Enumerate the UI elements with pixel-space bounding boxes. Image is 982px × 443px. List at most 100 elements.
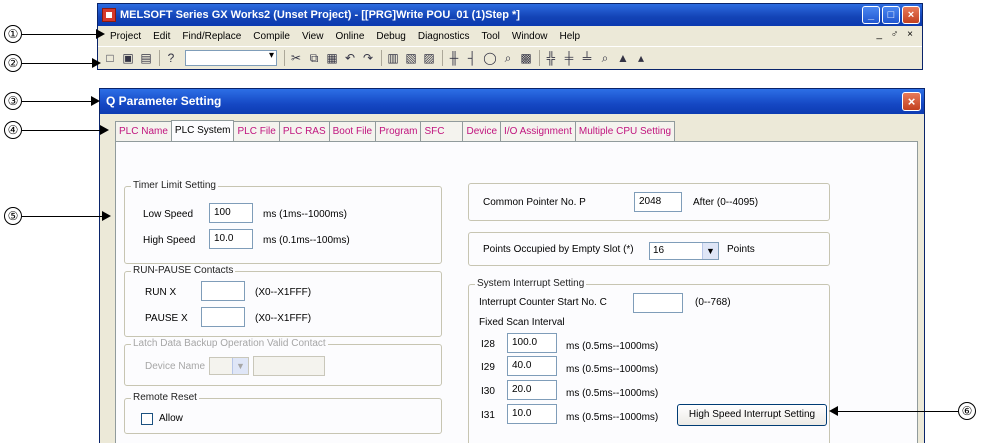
menu-diagnostics[interactable]: Diagnostics <box>412 31 476 42</box>
common-pointer-label: Common Pointer No. P <box>483 197 586 208</box>
contact-icon[interactable]: ┤ <box>464 50 480 66</box>
dialog-title-bar: Q Parameter Setting × <box>100 89 924 114</box>
redo-icon[interactable]: ↷ <box>360 50 376 66</box>
menu-online[interactable]: Online <box>329 31 370 42</box>
callout-4-line <box>22 130 100 131</box>
main-title-bar: MELSOFT Series GX Works2 (Unset Project)… <box>98 4 922 26</box>
system-interrupt-group: System Interrupt Setting Interrupt Count… <box>468 278 830 443</box>
read-icon[interactable]: ▨ <box>421 50 437 66</box>
tab-io-assignment[interactable]: I/O Assignment <box>500 121 576 141</box>
tab-plc-name[interactable]: PLC Name <box>115 121 172 141</box>
callout-5-line <box>22 216 102 217</box>
menu-view[interactable]: View <box>296 31 330 42</box>
parameter-tabs: PLC Name PLC System PLC File PLC RAS Boo… <box>115 120 676 141</box>
menu-debug[interactable]: Debug <box>370 31 411 42</box>
paste-icon[interactable]: ▦ <box>324 50 340 66</box>
callout-5: ⑤ <box>4 207 22 225</box>
high-speed-range: ms (0.1ms--100ms) <box>263 235 350 246</box>
interrupt-counter-input[interactable] <box>633 293 683 313</box>
close-button[interactable]: × <box>902 6 920 24</box>
mdi-controls[interactable]: _ ♂ × <box>877 29 916 40</box>
timer-limit-title: Timer Limit Setting <box>131 180 218 191</box>
low-speed-input[interactable]: 100 <box>209 203 253 223</box>
copy-icon[interactable]: ⧉ <box>306 50 322 66</box>
pause-input[interactable] <box>201 307 245 327</box>
minimize-button[interactable]: _ <box>862 6 880 24</box>
chart-icon[interactable]: ▲ <box>615 50 631 66</box>
callout-6-line <box>838 411 958 412</box>
ladder-edit-icon[interactable]: ╬ <box>543 50 559 66</box>
callout-2-line <box>22 63 92 64</box>
menu-help[interactable]: Help <box>553 31 586 42</box>
open-icon[interactable]: ▣ <box>120 50 136 66</box>
menu-compile[interactable]: Compile <box>247 31 296 42</box>
device-name-select: ▼ <box>209 357 249 375</box>
q-parameter-dialog: Q Parameter Setting × PLC Name PLC Syste… <box>99 88 925 443</box>
menu-tool[interactable]: Tool <box>476 31 506 42</box>
pause-range: (X0--X1FFF) <box>255 313 312 324</box>
search-icon[interactable]: ⌕ <box>597 50 613 66</box>
high-speed-interrupt-button[interactable]: High Speed Interrupt Setting <box>677 404 827 426</box>
empty-slot-select[interactable]: 16 ▼ <box>649 242 719 260</box>
toolbar: □ ▣ ▤ ? ✂ ⧉ ▦ ↶ ↷ ▥ ▧ ▨ ╫ ┤ ◯ ⌕ ▩ ╬ ╪ ╧ … <box>98 46 922 68</box>
menu-project[interactable]: Project <box>104 31 147 42</box>
low-speed-range: ms (1ms--1000ms) <box>263 209 347 220</box>
i30-range: ms (0.5ms--1000ms) <box>566 388 659 399</box>
tab-plc-ras[interactable]: PLC RAS <box>278 121 330 141</box>
callout-2: ② <box>4 54 22 72</box>
menu-edit[interactable]: Edit <box>147 31 176 42</box>
save-icon[interactable]: ▤ <box>138 50 154 66</box>
empty-slot-group: Points Occupied by Empty Slot (*) 16 ▼ P… <box>468 232 830 266</box>
toolbar-separator <box>284 49 285 66</box>
i31-input[interactable]: 10.0 <box>507 404 557 424</box>
tab-program[interactable]: Program <box>375 121 422 141</box>
toolbar-combo[interactable] <box>185 49 277 66</box>
menu-window[interactable]: Window <box>506 31 554 42</box>
i30-input[interactable]: 20.0 <box>507 380 557 400</box>
interrupt-counter-label: Interrupt Counter Start No. C <box>479 297 607 308</box>
undo-icon[interactable]: ↶ <box>342 50 358 66</box>
run-input[interactable] <box>201 281 245 301</box>
callout-1: ① <box>4 25 22 43</box>
ladder-delete-icon[interactable]: ╧ <box>579 50 595 66</box>
tab-plc-system[interactable]: PLC System <box>170 120 235 141</box>
common-pointer-input[interactable]: 2048 <box>634 192 682 212</box>
chevron-down-icon: ▼ <box>232 358 248 374</box>
toolbar-separator <box>159 49 160 66</box>
dialog-title: Q Parameter Setting <box>106 94 222 108</box>
monitor-icon[interactable]: ▥ <box>385 50 401 66</box>
common-pointer-after: After (0--4095) <box>693 197 759 208</box>
device-icon[interactable]: ▩ <box>518 50 534 66</box>
ladder-insert-icon[interactable]: ╪ <box>561 50 577 66</box>
empty-slot-unit: Points <box>727 244 755 255</box>
dialog-close-button[interactable]: × <box>902 92 921 111</box>
tab-boot-file[interactable]: Boot File <box>328 121 377 141</box>
allow-checkbox[interactable] <box>141 413 153 425</box>
maximize-button[interactable]: □ <box>882 6 900 24</box>
ladder-icon[interactable]: ╫ <box>446 50 462 66</box>
high-speed-input[interactable]: 10.0 <box>209 229 253 249</box>
cut-icon[interactable]: ✂ <box>288 50 304 66</box>
run-pause-group: RUN-PAUSE Contacts RUN X (X0--X1FFF) PAU… <box>124 265 442 337</box>
main-window: MELSOFT Series GX Works2 (Unset Project)… <box>97 3 923 70</box>
menu-find-replace[interactable]: Find/Replace <box>176 31 247 42</box>
zoom-icon[interactable]: ⌕ <box>500 50 516 66</box>
write-icon[interactable]: ▧ <box>403 50 419 66</box>
tab-device[interactable]: Device <box>462 121 502 141</box>
allow-label: Allow <box>159 413 183 424</box>
graph-icon[interactable]: ▴ <box>633 50 649 66</box>
i29-input[interactable]: 40.0 <box>507 356 557 376</box>
fixed-scan-label: Fixed Scan Interval <box>479 317 565 328</box>
tab-sfc[interactable]: SFC <box>420 121 464 141</box>
i28-range: ms (0.5ms--1000ms) <box>566 341 659 352</box>
coil-icon[interactable]: ◯ <box>482 50 498 66</box>
tab-plc-file[interactable]: PLC File <box>233 121 280 141</box>
empty-slot-value: 16 <box>653 245 665 256</box>
i28-input[interactable]: 100.0 <box>507 333 557 353</box>
new-icon[interactable]: □ <box>102 50 118 66</box>
help-icon[interactable]: ? <box>163 50 179 66</box>
tab-multiple-cpu-setting[interactable]: Multiple CPU Setting <box>574 121 676 141</box>
chevron-down-icon[interactable]: ▼ <box>702 243 718 259</box>
timer-limit-group: Timer Limit Setting Low Speed 100 ms (1m… <box>124 180 442 264</box>
common-pointer-group: Common Pointer No. P 2048 After (0--4095… <box>468 183 830 221</box>
